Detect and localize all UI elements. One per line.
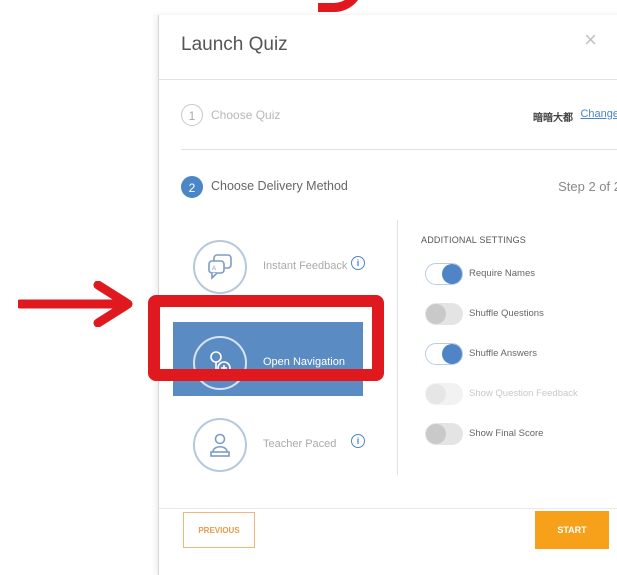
method-teacher-paced[interactable]: Teacher Paced i (183, 416, 365, 480)
svg-text:A: A (212, 266, 216, 272)
header-divider (159, 79, 617, 80)
setting-label: Shuffle Questions (469, 308, 544, 319)
setting-require-names[interactable]: Require Names (421, 263, 617, 287)
toggle-switch[interactable] (425, 303, 463, 325)
toggle-switch[interactable] (425, 263, 463, 285)
setting-shuffle-answers[interactable]: Shuffle Answers (421, 343, 617, 367)
step-progress: Step 2 of 2 (558, 179, 617, 194)
selected-quiz-name: 暗暗大都 (533, 113, 573, 124)
setting-label: Show Question Feedback (469, 388, 578, 399)
additional-settings: ADDITIONAL SETTINGS Require Names Shuffl… (421, 235, 617, 445)
method-label: Instant Feedback (263, 260, 348, 272)
step-2-number: 2 (181, 176, 203, 198)
close-icon[interactable]: × (584, 29, 597, 51)
modal-title: Launch Quiz (181, 34, 288, 55)
method-label: Teacher Paced (263, 438, 337, 450)
method-instant-feedback[interactable]: A Instant Feedback i (183, 238, 365, 302)
setting-label: Show Final Score (469, 428, 544, 439)
step-2-label: Choose Delivery Method (211, 179, 348, 193)
step-choose-delivery: 2 Choose Delivery Method Step 2 of 2 (181, 176, 617, 202)
annotation-arrow-icon (18, 281, 133, 327)
speech-bubbles-icon: A (193, 240, 247, 294)
modal-header: Launch Quiz × (159, 15, 617, 79)
footer-divider (159, 508, 617, 509)
step-1-label: Choose Quiz (211, 108, 281, 122)
setting-label: Shuffle Answers (469, 348, 537, 359)
toggle-switch (425, 383, 463, 405)
toggle-switch[interactable] (425, 423, 463, 445)
annotation-top-mark (318, 0, 364, 12)
annotation-highlight-box (148, 295, 384, 381)
toggle-switch[interactable] (425, 343, 463, 365)
setting-label: Require Names (469, 268, 535, 279)
info-icon[interactable]: i (351, 256, 365, 270)
setting-shuffle-questions[interactable]: Shuffle Questions (421, 303, 617, 327)
teacher-icon (193, 418, 247, 472)
step-1-number: 1 (181, 104, 203, 126)
info-icon[interactable]: i (351, 434, 365, 448)
step-choose-quiz: 1 Choose Quiz 暗暗大都 Change (181, 104, 617, 130)
start-button[interactable]: START (535, 511, 609, 549)
setting-show-final-score[interactable]: Show Final Score (421, 423, 617, 447)
settings-divider (397, 220, 398, 475)
setting-show-question-feedback: Show Question Feedback (421, 383, 617, 407)
step-divider (181, 149, 617, 150)
change-quiz-link[interactable]: Change (580, 108, 617, 120)
settings-title: ADDITIONAL SETTINGS (421, 235, 526, 245)
previous-button[interactable]: PREVIOUS (183, 512, 255, 548)
